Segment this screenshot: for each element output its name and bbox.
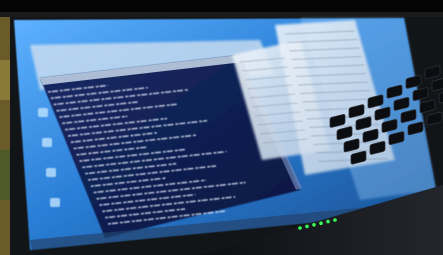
top-dark-band <box>0 0 443 12</box>
status-led <box>305 224 309 229</box>
photo-scene <box>0 0 443 255</box>
desktop-icon <box>50 198 60 207</box>
desktop-icon <box>38 108 48 117</box>
desktop-icon <box>46 168 56 177</box>
desktop-icon <box>42 138 52 147</box>
status-led <box>312 223 316 227</box>
status-led <box>326 219 330 224</box>
status-led <box>298 226 302 230</box>
status-led <box>333 218 337 222</box>
status-led <box>319 221 323 225</box>
laptop-photo <box>0 0 443 255</box>
top-edge <box>0 12 443 17</box>
